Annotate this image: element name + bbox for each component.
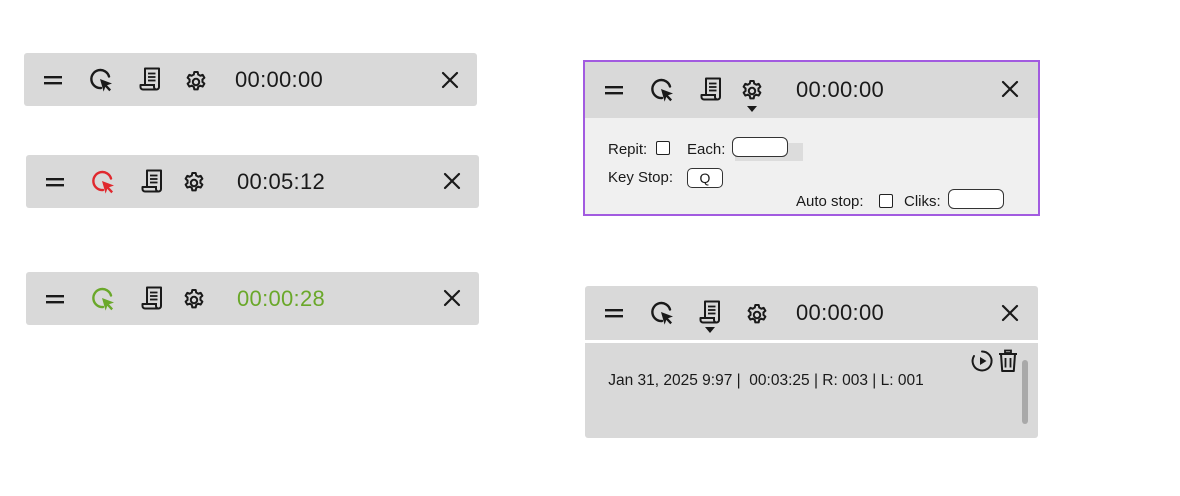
cliks-label: Cliks:: [904, 193, 941, 210]
key-stop-label: Key Stop:: [608, 169, 674, 186]
scroll-log-icon[interactable]: [140, 168, 164, 194]
cliks-input[interactable]: [948, 189, 1004, 209]
cursor-click-icon[interactable]: [88, 67, 114, 93]
separator: |: [732, 372, 750, 389]
timer-display: 00:00:28: [237, 286, 326, 311]
gear-icon[interactable]: [740, 79, 764, 103]
log-entry: Jan 31, 2025 9:97 | 00:03:25 | R: 003 | …: [591, 354, 924, 408]
scroll-log-icon[interactable]: [699, 76, 723, 102]
log-entry-loops: L: 001: [880, 372, 924, 389]
key-stop-button[interactable]: Q: [687, 168, 723, 188]
play-icon[interactable]: [970, 349, 994, 373]
menu-icon[interactable]: [44, 171, 66, 193]
separator: |: [867, 372, 881, 389]
recorder-bar-idle: 00:00:00: [24, 53, 477, 106]
active-caret-icon: [747, 106, 757, 112]
scroll-log-icon[interactable]: [140, 285, 164, 311]
settings-panel: 00:00:00 Repit: Each: Key Stop: Q Auto s…: [583, 60, 1040, 216]
cursor-click-icon[interactable]: [90, 169, 116, 195]
repit-label: Repit:: [608, 141, 648, 158]
repit-checkbox[interactable]: [656, 141, 670, 155]
gear-icon[interactable]: [182, 171, 206, 195]
cursor-click-icon[interactable]: [649, 300, 675, 326]
close-icon[interactable]: [440, 70, 460, 90]
close-icon[interactable]: [1000, 303, 1020, 323]
cursor-click-icon[interactable]: [90, 286, 116, 312]
auto-stop-checkbox[interactable]: [879, 194, 893, 208]
menu-icon[interactable]: [44, 288, 66, 310]
trash-icon[interactable]: [997, 349, 1019, 373]
timer-display: 00:00:00: [235, 67, 324, 92]
timer-display: 00:00:00: [796, 77, 885, 102]
timer-display: 00:05:12: [237, 169, 326, 194]
active-caret-icon: [705, 327, 715, 333]
menu-icon[interactable]: [42, 69, 64, 91]
menu-icon[interactable]: [603, 302, 625, 324]
menu-icon[interactable]: [603, 79, 625, 101]
log-entry-repeats: R: 003: [822, 372, 868, 389]
log-panel: 00:00:00 Jan 31, 2025 9:97 | 00:03:25 | …: [585, 286, 1038, 438]
separator: |: [809, 372, 823, 389]
timer-display: 00:00:00: [796, 300, 885, 325]
cursor-click-icon[interactable]: [649, 77, 675, 103]
close-icon[interactable]: [1000, 79, 1020, 99]
settings-panel-toolbar: 00:00:00: [585, 62, 1038, 118]
log-divider: [585, 340, 1038, 343]
close-icon[interactable]: [442, 288, 462, 308]
auto-stop-label: Auto stop:: [796, 193, 864, 210]
log-scrollbar[interactable]: [1022, 360, 1028, 424]
scroll-log-icon[interactable]: [698, 299, 722, 325]
gear-icon[interactable]: [182, 288, 206, 312]
gear-icon[interactable]: [745, 303, 769, 327]
gear-icon[interactable]: [184, 70, 208, 94]
each-label: Each:: [687, 141, 726, 158]
log-entry-date: Jan 31, 2025 9:97: [608, 372, 733, 389]
recorder-bar-playing: 00:00:28: [26, 272, 479, 325]
scroll-log-icon[interactable]: [138, 66, 162, 92]
log-entry-duration: 00:03:25: [749, 372, 810, 389]
each-input[interactable]: [732, 137, 788, 157]
recorder-bar-recording: 00:05:12: [26, 155, 479, 208]
close-icon[interactable]: [442, 171, 462, 191]
